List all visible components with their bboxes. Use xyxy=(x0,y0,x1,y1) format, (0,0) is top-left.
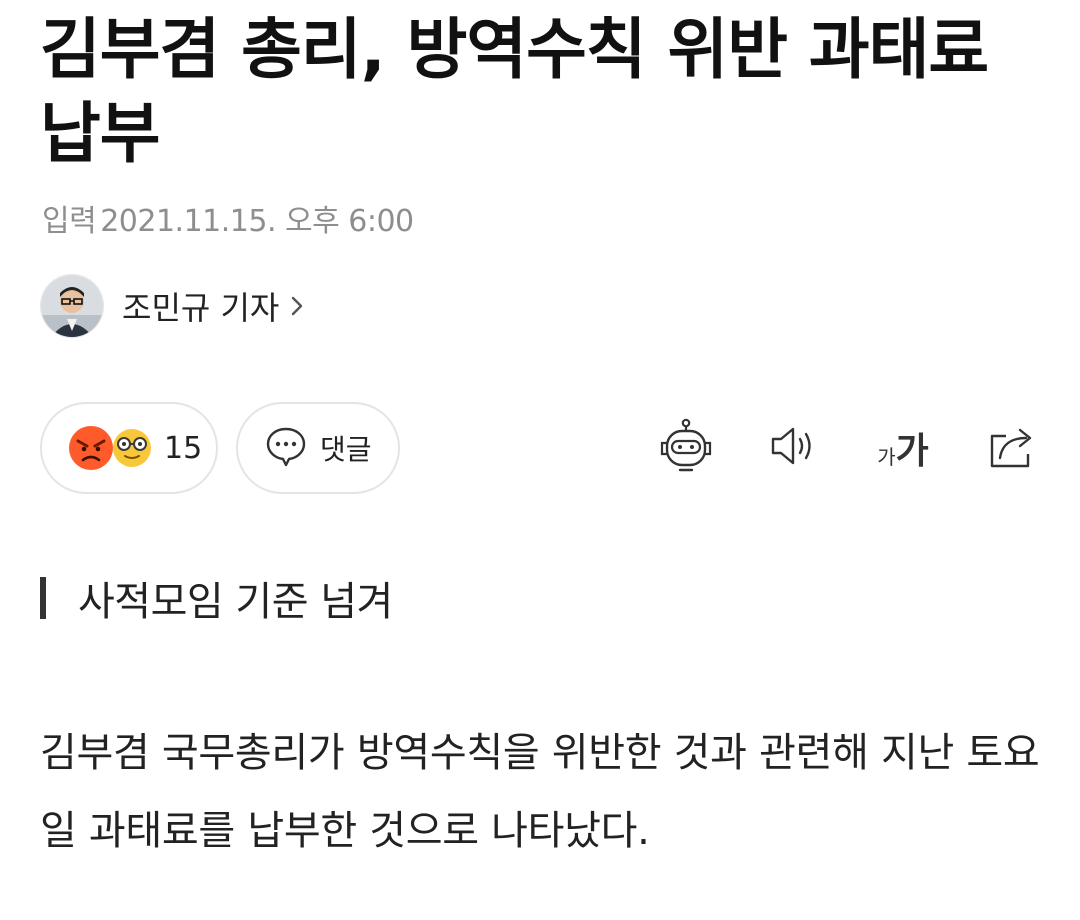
font-size-small-glyph: 가 xyxy=(877,444,896,469)
font-size-large-glyph: 가 xyxy=(895,431,929,472)
speech-bubble-icon xyxy=(264,424,308,472)
robot-icon xyxy=(657,417,715,479)
share-button[interactable] xyxy=(982,418,1042,478)
reporter-avatar xyxy=(40,274,104,338)
article-dateline: 입력 2021.11.15. 오후 6:00 xyxy=(42,196,414,240)
glasses-face-icon xyxy=(113,429,151,467)
article-headline: 김부겸 총리, 방역수칙 위반 과태료 납부 xyxy=(40,11,989,172)
date-label: 입력 xyxy=(42,204,97,239)
font-size-button[interactable]: 가가 xyxy=(870,418,936,478)
subheading-bar xyxy=(40,577,46,619)
reporter-name: 조민규 기자 xyxy=(122,289,280,327)
date-value: 2021.11.15. 오후 6:00 xyxy=(100,204,414,239)
chevron-right-icon xyxy=(287,291,309,321)
angry-face-icon xyxy=(69,426,113,470)
summary-bot-button[interactable] xyxy=(656,418,716,478)
comment-button[interactable]: 댓글 xyxy=(236,402,400,494)
reporter-link[interactable]: 조민규 기자 xyxy=(40,274,309,338)
speaker-icon xyxy=(767,419,821,477)
subheading-text: 사적모임 기준 넘겨 xyxy=(78,579,393,625)
article-body-paragraph: 김부겸 국무총리가 방역수칙을 위반한 것과 관련해 지난 토요일 과태료를 납… xyxy=(40,730,1040,854)
reaction-count: 15 xyxy=(164,430,203,466)
reaction-emoji-stack xyxy=(68,425,154,471)
comment-label: 댓글 xyxy=(320,433,372,466)
share-icon xyxy=(984,418,1040,478)
reaction-button[interactable]: 15 xyxy=(40,402,218,494)
article-subheading: 사적모임 기준 넘겨 xyxy=(40,568,393,628)
text-to-speech-button[interactable] xyxy=(764,418,824,478)
